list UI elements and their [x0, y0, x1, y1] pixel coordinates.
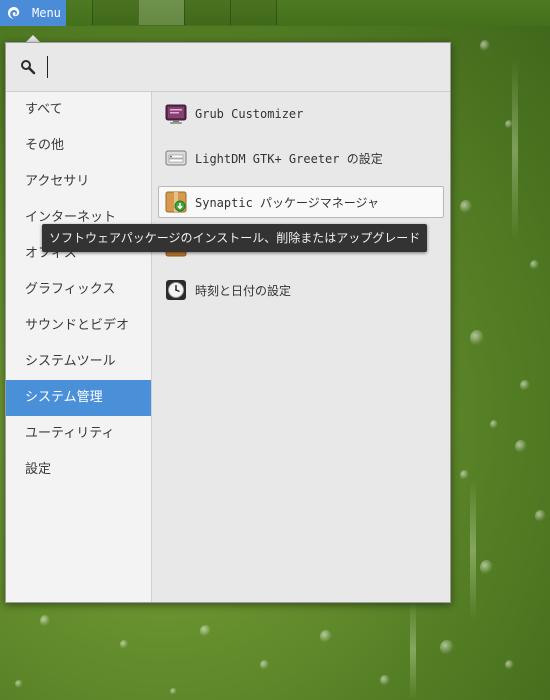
app-list: Grub Customizer LightDM GTK+ Greeter の設定: [152, 92, 450, 602]
tooltip: ソフトウェアパッケージのインストール、削除またはアップグレード: [42, 224, 428, 252]
monitor-icon: [165, 103, 187, 125]
text-cursor: [47, 56, 48, 78]
menu-button[interactable]: Menu: [0, 0, 66, 26]
app-label: Grub Customizer: [195, 107, 304, 121]
workspace-4[interactable]: [230, 0, 277, 25]
top-panel: Menu: [0, 0, 550, 26]
clock-icon: [165, 279, 187, 301]
category-accessories[interactable]: アクセサリ: [6, 164, 151, 200]
app-label: 時刻と日付の設定: [195, 283, 292, 298]
workspace-1[interactable]: [92, 0, 138, 25]
category-graphics[interactable]: グラフィックス: [6, 272, 151, 308]
search-bar: [6, 43, 450, 92]
app-time-date-settings[interactable]: 時刻と日付の設定: [158, 274, 444, 306]
category-settings[interactable]: 設定: [6, 452, 151, 488]
menu-button-label: Menu: [32, 6, 61, 20]
category-all[interactable]: すべて: [6, 92, 151, 128]
app-label: LightDM GTK+ Greeter の設定: [195, 151, 383, 166]
app-synaptic[interactable]: Synaptic パッケージマネージャ: [158, 186, 444, 218]
app-label: Synaptic パッケージマネージャ: [195, 195, 379, 210]
category-other[interactable]: その他: [6, 128, 151, 164]
category-administration[interactable]: システム管理: [6, 380, 151, 416]
application-menu: すべて その他 アクセサリ インターネット オフィス グラフィックス サウンドと…: [5, 42, 451, 603]
workspace-3[interactable]: [184, 0, 230, 25]
category-system-tools[interactable]: システムツール: [6, 344, 151, 380]
login-screen-icon: [165, 147, 187, 169]
app-grub-customizer[interactable]: Grub Customizer: [158, 98, 444, 130]
app-lightdm-greeter-settings[interactable]: LightDM GTK+ Greeter の設定: [158, 142, 444, 174]
category-sidebar: すべて その他 アクセサリ インターネット オフィス グラフィックス サウンドと…: [6, 92, 152, 602]
search-icon: [20, 59, 36, 75]
category-utilities[interactable]: ユーティリティ: [6, 416, 151, 452]
workspace-2[interactable]: [138, 0, 184, 25]
search-input[interactable]: [46, 55, 426, 79]
category-sound-video[interactable]: サウンドとビデオ: [6, 308, 151, 344]
debian-swirl-icon: [6, 5, 22, 21]
package-icon: [165, 191, 187, 213]
